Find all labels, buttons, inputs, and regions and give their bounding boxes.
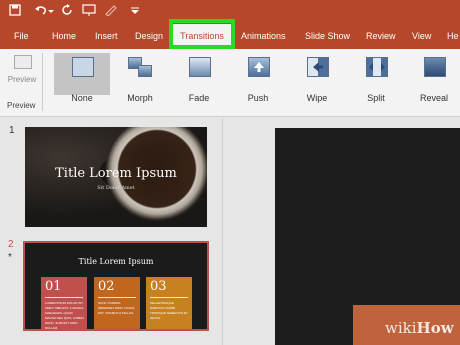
undo-icon[interactable] xyxy=(34,4,48,18)
transition-label: Push xyxy=(247,93,269,103)
group-separator xyxy=(42,53,43,111)
watermark-how: How xyxy=(416,319,454,337)
box-divider xyxy=(45,297,83,298)
title-bar xyxy=(0,0,460,24)
preview-button-label: Preview xyxy=(7,75,37,84)
box-text: PELLENTESQUE HABITANT MORBI TRISTIQUE SE… xyxy=(150,301,188,320)
tab-transitions[interactable]: Transitions xyxy=(173,24,231,49)
preview-icon xyxy=(14,55,32,69)
preview-button[interactable]: Preview xyxy=(4,53,40,91)
slide-title: Title Lorem Ipsum xyxy=(78,257,154,266)
transition-split-button[interactable]: Split xyxy=(348,53,404,103)
slide-modified-marker: * xyxy=(8,252,12,263)
transition-push-button[interactable]: Push xyxy=(230,53,286,103)
transition-reveal-button[interactable]: Reveal xyxy=(406,53,460,103)
ribbon: Preview Preview None Morph Fade Push Wip… xyxy=(0,49,460,117)
slide-thumbnail-2[interactable]: Title Lorem Ipsum 01 LOREM IPSUM DOLOR S… xyxy=(23,241,209,331)
transition-label: Split xyxy=(367,93,385,103)
arrow-up-icon xyxy=(254,62,264,72)
content-box-1: 01 LOREM IPSUM DOLOR SIT AMET, NIBH EST.… xyxy=(41,277,87,330)
wikihow-watermark: wikiHow xyxy=(385,319,454,337)
box-text: NUNC VIVERRA IMPERDIET ENIM. FUSCE EST. … xyxy=(98,301,135,315)
save-icon[interactable] xyxy=(8,4,22,18)
transition-label: Reveal xyxy=(419,93,448,103)
slide-thumbnail-1[interactable]: Title Lorem Ipsum Sit Dolor Amet xyxy=(25,127,207,227)
tab-review[interactable]: Review xyxy=(366,24,396,49)
transition-label: Fade xyxy=(188,93,210,103)
transition-morph-button[interactable]: Morph xyxy=(112,53,168,103)
none-transition-icon xyxy=(72,57,94,77)
ribbon-tabs: File Home Insert Design Transitions Anim… xyxy=(0,24,460,49)
slide-number: 1 xyxy=(9,125,15,136)
tab-design[interactable]: Design xyxy=(135,24,163,49)
reveal-transition-icon xyxy=(424,57,446,77)
fade-transition-icon xyxy=(189,57,211,77)
customize-icon[interactable] xyxy=(128,4,142,18)
box-number: 01 xyxy=(45,279,62,294)
pen-icon[interactable] xyxy=(104,4,118,18)
box-text: LOREM IPSUM DOLOR SIT AMET, NIBH EST. A … xyxy=(45,301,84,330)
tab-insert[interactable]: Insert xyxy=(95,24,118,49)
split-arrows-icon xyxy=(369,63,385,71)
transition-fade-button[interactable]: Fade xyxy=(171,53,227,103)
arrow-left-icon xyxy=(313,62,323,72)
morph-transition-icon-2 xyxy=(138,65,152,77)
box-divider xyxy=(150,297,188,298)
tab-slide-show[interactable]: Slide Show xyxy=(305,24,350,49)
box-divider xyxy=(98,297,136,298)
transition-label: None xyxy=(71,93,93,103)
slide-subtitle: Sit Dolor Amet xyxy=(97,185,135,191)
tab-file[interactable]: File xyxy=(14,24,29,49)
tab-help[interactable]: He xyxy=(447,24,459,49)
redo-icon[interactable] xyxy=(60,4,74,18)
transition-label: Morph xyxy=(127,93,153,103)
box-number: 03 xyxy=(150,279,167,294)
present-icon[interactable] xyxy=(82,4,96,18)
tab-animations[interactable]: Animations xyxy=(241,24,286,49)
tab-home[interactable]: Home xyxy=(52,24,76,49)
watermark-wiki: wiki xyxy=(385,319,417,337)
content-box-2: 02 NUNC VIVERRA IMPERDIET ENIM. FUSCE ES… xyxy=(94,277,140,329)
transition-label: Wipe xyxy=(306,93,328,103)
transition-none-button[interactable]: None xyxy=(54,53,110,103)
transition-wipe-button[interactable]: Wipe xyxy=(289,53,345,103)
pane-divider[interactable] xyxy=(222,118,223,345)
dropdown-icon[interactable] xyxy=(48,4,54,18)
tab-view[interactable]: View xyxy=(412,24,431,49)
box-number: 02 xyxy=(98,279,115,294)
content-box-3: 03 PELLENTESQUE HABITANT MORBI TRISTIQUE… xyxy=(146,277,192,329)
slide-title: Title Lorem Ipsum xyxy=(55,166,177,181)
group-label-preview: Preview xyxy=(7,101,36,110)
slide-number: 2 xyxy=(8,239,14,250)
